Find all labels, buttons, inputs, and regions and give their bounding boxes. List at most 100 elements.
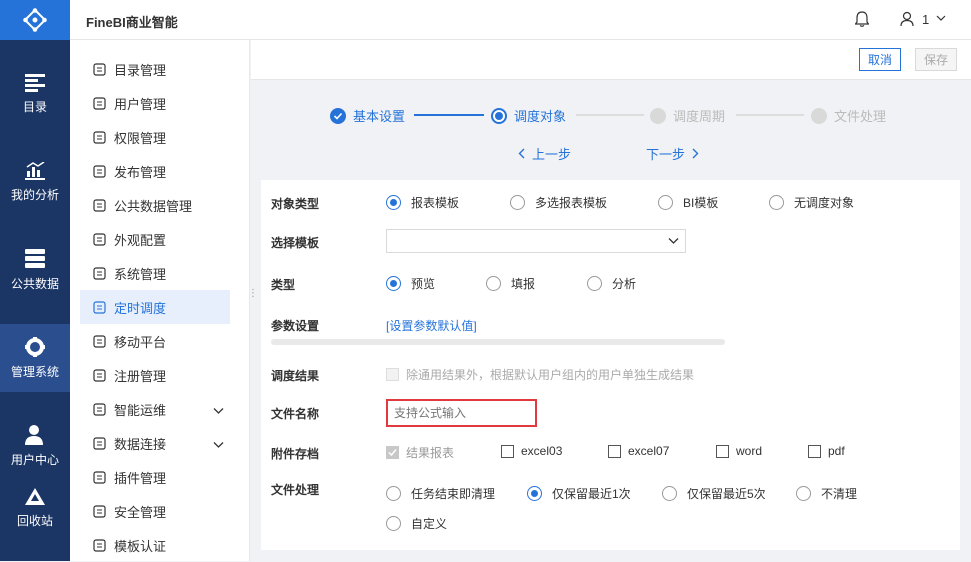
sidebar-item-plugin[interactable]: 插件管理 [80,460,230,494]
sidebar-item-template[interactable]: 模板认证 [80,528,230,562]
current-step-icon [491,107,507,124]
app-title: FineBI商业智能 [86,15,178,30]
type-analysis[interactable]: 分析 [587,275,636,292]
mobile-icon [92,334,106,348]
set-params-link[interactable]: [设置参数默认值] [386,317,477,334]
result-per-user-checkbox[interactable]: 除通用结果外，根据默认用户组内的用户单独生成结果 [386,366,694,383]
step-connector [736,114,804,116]
sidebar-item-security[interactable]: 安全管理 [80,494,230,528]
cancel-button[interactable]: 取消 [859,48,902,71]
file-process-keep-last-5[interactable]: 仅保留最近5次 [662,485,766,502]
rail-item-catalog[interactable]: 目录 [0,64,70,124]
object-type-bi[interactable]: BI模板 [658,194,718,211]
sidebar-item-publish[interactable]: 发布管理 [80,154,230,188]
step-schedule-object[interactable]: 调度对象 [491,106,566,125]
rail-item-my-analysis[interactable]: 我的分析 [0,152,70,212]
catalog-icon [92,62,106,76]
sidebar-item-label: 定时调度 [114,300,167,316]
step-basic-settings[interactable]: 基本设置 [330,106,405,125]
sidebar-item-link[interactable]: 数据连接 [80,426,230,460]
object-type-multi-report[interactable]: 多选报表模板 [510,194,607,211]
top-header: FineBI商业智能 1 [70,0,971,40]
rail-item-label: 管理系统 [10,364,59,379]
rail-item-recycle-bin[interactable]: 回收站 [0,478,70,538]
sidebar-item-user[interactable]: 用户管理 [80,86,230,120]
rail-item-label: 目录 [22,99,47,114]
object-type-report[interactable]: 报表模板 [386,194,459,211]
sidebar-item-label: 模板认证 [114,538,167,554]
chevron-right-icon [692,148,699,159]
plugin-icon [92,470,106,484]
public-data-icon [92,198,106,212]
gear-icon [92,266,106,280]
recycle-icon [25,487,45,505]
user-icon [92,96,106,110]
attach-label: 附件存档 [271,447,320,461]
step-schedule-period[interactable]: 调度周期 [650,106,725,125]
sidebar-item-label: 用户管理 [114,96,167,112]
clock-icon [92,300,106,314]
sidebar-item-label: 智能运维 [114,402,167,418]
file-process-keep-last-1[interactable]: 仅保留最近1次 [527,485,631,502]
ops-icon [92,402,106,416]
step-file-process[interactable]: 文件处理 [811,106,886,125]
chevron-left-icon [518,148,525,159]
user-icon [25,424,43,445]
object-type-none[interactable]: 无调度对象 [769,194,854,211]
rail-item-public-data[interactable]: 公共数据 [0,240,70,300]
logo-icon [23,8,47,32]
sidebar-item-label: 插件管理 [114,470,167,486]
rail-item-label: 我的分析 [10,187,59,202]
sidebar-item-label: 数据连接 [114,436,167,452]
filename-input[interactable] [386,399,537,427]
save-button[interactable]: 保存 [915,48,958,71]
prev-step-button[interactable]: 上一步 [518,144,571,163]
horizontal-scrollbar[interactable] [271,339,725,345]
sidebar-item-label: 系统管理 [114,266,167,282]
appearance-icon [92,232,106,246]
bell-icon[interactable] [854,11,870,30]
sidebar-item-clock[interactable]: 定时调度 [80,290,230,324]
attach-word[interactable]: word [716,444,762,458]
app-logo[interactable] [0,0,70,40]
sidebar-item-gear[interactable]: 系统管理 [80,256,230,290]
sidebar-item-ops[interactable]: 智能运维 [80,392,230,426]
sidebar-item-public-data[interactable]: 公共数据管理 [80,188,230,222]
user-avatar-icon[interactable] [900,11,914,30]
chevron-down-icon[interactable] [213,437,224,452]
rail-item-user-center[interactable]: 用户中心 [0,416,70,476]
sidebar-item-mobile[interactable]: 移动平台 [80,324,230,358]
sidebar-resize-handle[interactable]: ⋮ [248,289,258,308]
sidebar-item-label: 注册管理 [114,368,167,384]
chart-icon [25,161,45,180]
security-icon [92,504,106,518]
type-fill[interactable]: 填报 [486,275,535,292]
attach-excel03[interactable]: excel03 [501,444,562,458]
type-label: 类型 [271,278,296,292]
file-process-custom[interactable]: 自定义 [386,515,447,532]
file-process-no-clean[interactable]: 不清理 [796,485,857,502]
type-preview[interactable]: 预览 [386,275,435,292]
sidebar-item-catalog[interactable]: 目录管理 [80,52,230,86]
attach-pdf[interactable]: pdf [808,444,845,458]
filename-label: 文件名称 [271,407,320,421]
attach-result-report[interactable]: 结果报表 [386,444,454,461]
file-process-clean-on-end[interactable]: 任务结束即清理 [386,485,495,502]
chevron-down-icon[interactable] [936,12,946,26]
attach-excel07[interactable]: excel07 [608,444,669,458]
result-label: 调度结果 [271,369,320,383]
next-step-button[interactable]: 下一步 [646,144,699,163]
sidebar-item-shield[interactable]: 权限管理 [80,120,230,154]
left-rail: 目录 我的分析 公共数据 管理系统 用户中心 回收站 [0,0,70,561]
sidebar-item-register[interactable]: 注册管理 [80,358,230,392]
rail-item-management[interactable]: 管理系统 [0,324,70,392]
sidebar-item-appearance[interactable]: 外观配置 [80,222,230,256]
template-select[interactable] [386,229,686,253]
chevron-down-icon[interactable] [213,403,224,418]
select-template-label: 选择模板 [271,236,320,250]
sidebar-item-label: 目录管理 [114,62,167,78]
user-name[interactable]: 1 [922,12,929,27]
rail-item-label: 回收站 [16,513,53,528]
object-type-label: 对象类型 [271,197,320,211]
sidebar-item-label: 发布管理 [114,164,167,180]
